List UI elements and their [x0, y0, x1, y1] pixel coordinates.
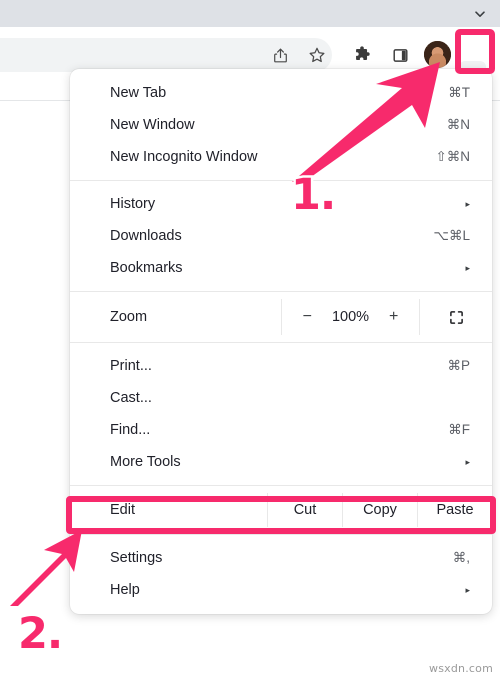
menu-row-zoom: Zoom − 100% +	[70, 299, 492, 335]
side-panel-icon[interactable]	[386, 41, 414, 69]
browser-screenshot: New Tab ⌘T New Window ⌘N New Incognito W…	[0, 0, 500, 680]
zoom-level-value: 100%	[331, 309, 370, 325]
menu-item-label: Settings	[110, 550, 163, 566]
cut-button[interactable]: Cut	[267, 493, 342, 527]
menu-item-shortcut: ⌥⌘L	[433, 228, 470, 243]
bookmark-star-icon[interactable]	[303, 41, 331, 69]
menu-item-find[interactable]: Find... ⌘F	[70, 414, 492, 446]
zoom-out-button[interactable]: −	[303, 308, 312, 326]
menu-separator	[70, 342, 492, 343]
step-label-two: 2.	[15, 609, 65, 659]
submenu-arrow-icon: ▸	[465, 456, 470, 467]
edit-label: Edit	[110, 502, 135, 518]
paste-button[interactable]: Paste	[417, 493, 492, 527]
menu-item-bookmarks[interactable]: Bookmarks ▸	[70, 252, 492, 284]
zoom-controls: − 100% +	[281, 299, 420, 335]
submenu-arrow-icon: ▸	[465, 262, 470, 273]
menu-item-label: Cast...	[110, 390, 152, 406]
menu-item-cast[interactable]: Cast...	[70, 382, 492, 414]
menu-item-more-tools[interactable]: More Tools ▸	[70, 446, 492, 478]
chevron-down-icon[interactable]	[470, 4, 490, 24]
menu-item-label: New Incognito Window	[110, 149, 258, 165]
menu-item-label: New Tab	[110, 85, 167, 101]
menu-separator	[70, 534, 492, 535]
menu-item-label: More Tools	[110, 454, 181, 470]
menu-item-print[interactable]: Print... ⌘P	[70, 350, 492, 382]
menu-separator	[70, 291, 492, 292]
menu-item-label: Downloads	[110, 228, 182, 244]
menu-item-label: Print...	[110, 358, 152, 374]
fullscreen-icon	[449, 310, 463, 324]
menu-item-label: Find...	[110, 422, 151, 438]
avatar[interactable]	[424, 41, 451, 68]
tab-strip	[0, 0, 500, 27]
menu-item-settings[interactable]: Settings ⌘,	[70, 542, 492, 574]
fullscreen-button[interactable]	[420, 299, 492, 335]
menu-item-shortcut: ⌘T	[448, 85, 470, 100]
zoom-in-button[interactable]: +	[389, 308, 398, 326]
menu-item-label: History	[110, 196, 156, 212]
chrome-main-menu: New Tab ⌘T New Window ⌘N New Incognito W…	[70, 69, 492, 614]
menu-item-shortcut: ⇧⌘N	[435, 149, 470, 164]
menu-item-label: New Window	[110, 117, 195, 133]
copy-button[interactable]: Copy	[342, 493, 417, 527]
menu-item-history[interactable]: History ▸	[70, 188, 492, 220]
menu-item-shortcut: ⌘N	[446, 117, 470, 132]
menu-item-help[interactable]: Help ▸	[70, 574, 492, 606]
menu-separator	[70, 485, 492, 486]
menu-item-new-window[interactable]: New Window ⌘N	[70, 109, 492, 141]
submenu-arrow-icon: ▸	[465, 584, 470, 595]
extensions-puzzle-icon[interactable]	[348, 41, 376, 69]
menu-item-new-incognito-window[interactable]: New Incognito Window ⇧⌘N	[70, 141, 492, 173]
menu-row-edit: Edit Cut Copy Paste	[70, 493, 492, 527]
submenu-arrow-icon: ▸	[465, 198, 470, 209]
menu-item-label: Help	[110, 582, 140, 598]
menu-item-shortcut: ⌘,	[452, 550, 470, 565]
share-icon[interactable]	[266, 41, 294, 69]
menu-separator	[70, 180, 492, 181]
menu-item-shortcut: ⌘P	[447, 358, 470, 373]
menu-item-label: Bookmarks	[110, 260, 183, 276]
watermark: wsxdn.com	[429, 662, 493, 675]
menu-item-new-tab[interactable]: New Tab ⌘T	[70, 77, 492, 109]
zoom-label: Zoom	[110, 309, 148, 325]
menu-item-shortcut: ⌘F	[448, 422, 470, 437]
menu-item-downloads[interactable]: Downloads ⌥⌘L	[70, 220, 492, 252]
avatar-image	[424, 41, 451, 68]
